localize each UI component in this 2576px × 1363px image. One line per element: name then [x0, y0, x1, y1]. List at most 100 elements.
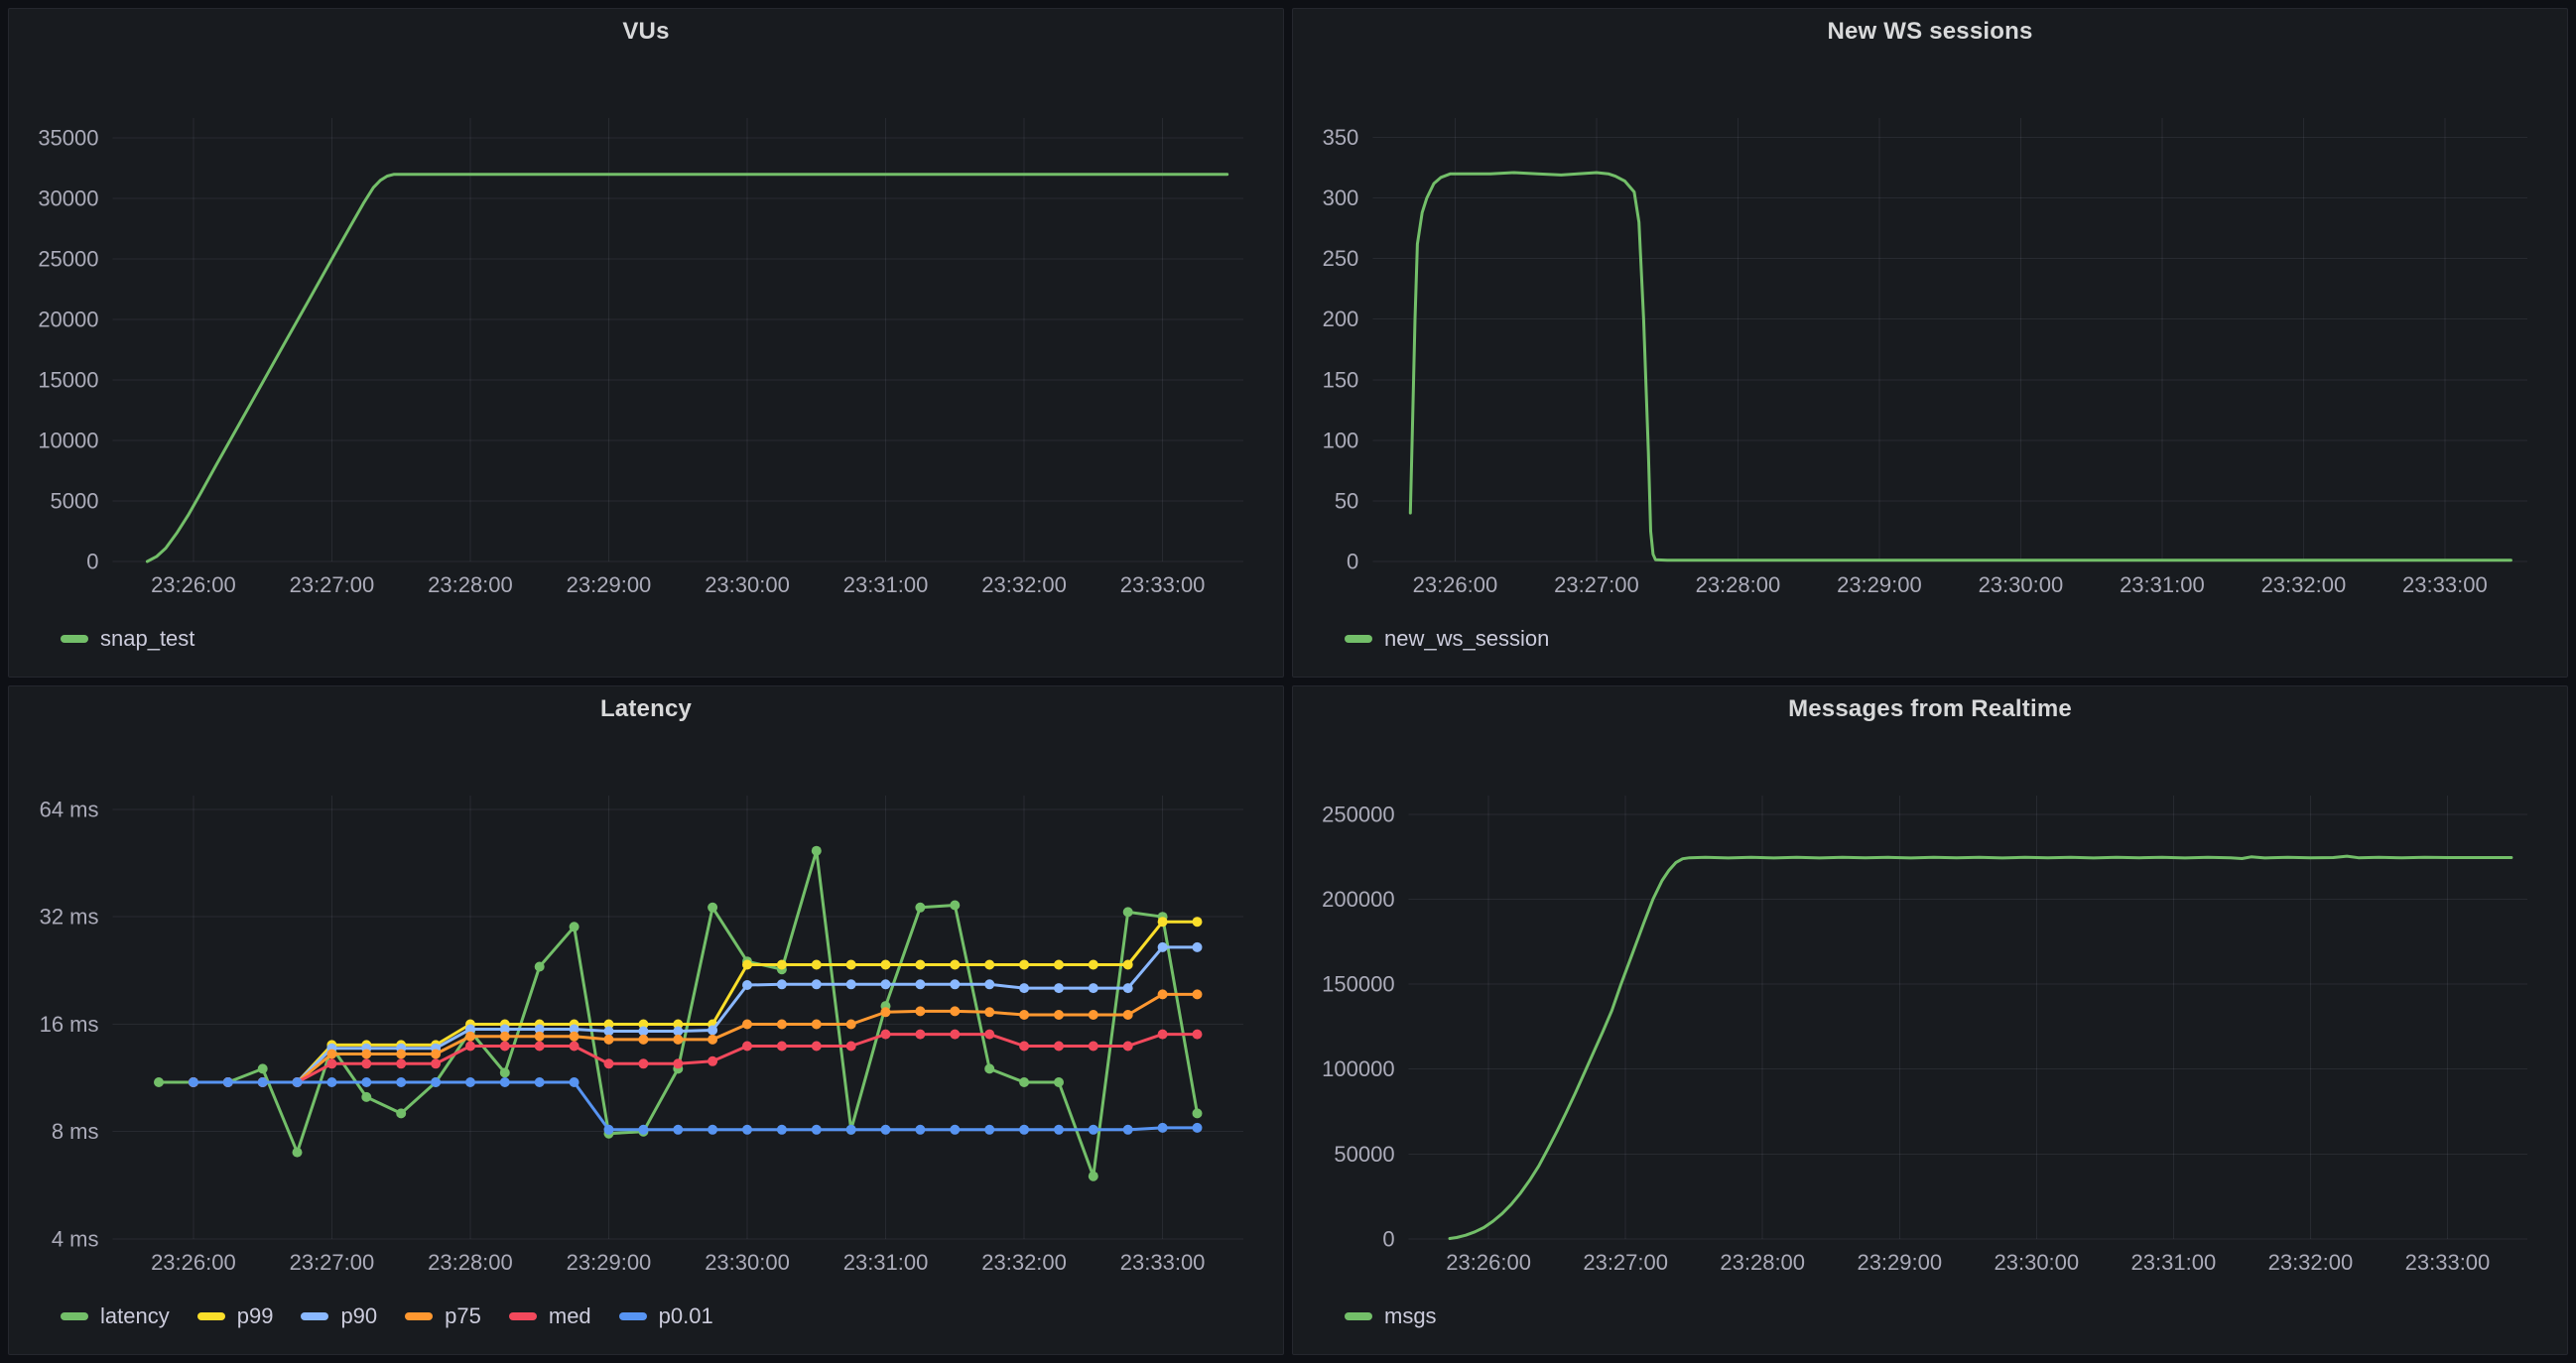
x-tick-label: 23:26:00 [1413, 572, 1498, 597]
x-tick-label: 23:28:00 [428, 572, 513, 597]
series-line-msgs [1450, 856, 2512, 1238]
series-line-p99 [193, 922, 1198, 1082]
series-point-p90 [812, 979, 822, 989]
series-point-p0.01 [673, 1125, 683, 1135]
series-point-latency [1089, 1172, 1098, 1181]
panel-header-vus[interactable]: VUs [9, 9, 1283, 55]
series-line-snap_test [147, 175, 1226, 561]
panel-header-new-ws-sessions[interactable]: New WS sessions [1293, 9, 2567, 55]
series-point-p0.01 [812, 1125, 822, 1135]
legend-item-p75[interactable]: p75 [405, 1303, 481, 1329]
legend-item-med[interactable]: med [509, 1303, 591, 1329]
y-tick-label: 200 [1323, 307, 1359, 331]
panel-new-ws-sessions: New WS sessions 05010015020025030035023:… [1292, 8, 2568, 678]
legend-swatch-p90 [301, 1312, 328, 1320]
legend-swatch-med [509, 1312, 537, 1320]
legend-label-new_ws_session: new_ws_session [1384, 626, 1549, 652]
series-line-new_ws_session [1410, 173, 2511, 560]
vus-chart-canvas[interactable]: 0500010000150002000025000300003500023:26… [9, 55, 1283, 613]
series-point-latency [396, 1108, 406, 1118]
y-tick-label: 300 [1323, 186, 1359, 210]
y-tick-label: 150 [1323, 367, 1359, 392]
y-tick-label: 250 [1323, 246, 1359, 271]
series-point-med [984, 1030, 994, 1040]
legend-item-p90[interactable]: p90 [301, 1303, 377, 1329]
series-point-med [638, 1058, 648, 1068]
legend-item-snap_test[interactable]: snap_test [61, 626, 194, 652]
series-point-p0.01 [984, 1125, 994, 1135]
series-point-p75 [984, 1007, 994, 1017]
x-tick-label: 23:29:00 [567, 572, 652, 597]
series-point-p0.01 [742, 1125, 752, 1135]
panel-title-latency[interactable]: Latency [600, 695, 692, 723]
series-point-latency [812, 846, 822, 856]
series-point-p75 [812, 1020, 822, 1030]
new-ws-sessions-chart-canvas[interactable]: 05010015020025030035023:26:0023:27:0023:… [1293, 55, 2567, 613]
series-point-p75 [1019, 1010, 1029, 1020]
series-point-p99 [1158, 917, 1168, 927]
x-tick-label: 23:28:00 [428, 1250, 513, 1275]
latency-chart-canvas[interactable]: 4 ms8 ms16 ms32 ms64 ms23:26:0023:27:002… [9, 732, 1283, 1291]
legend-swatch-new_ws_session [1345, 635, 1372, 643]
messages-chart-canvas[interactable]: 05000010000015000020000025000023:26:0023… [1293, 732, 2567, 1291]
legend-item-p0.01[interactable]: p0.01 [619, 1303, 713, 1329]
x-tick-label: 23:31:00 [2131, 1250, 2217, 1275]
panel-title-new-ws-sessions[interactable]: New WS sessions [1827, 18, 2032, 46]
series-point-p0.01 [570, 1077, 580, 1087]
x-tick-label: 23:29:00 [567, 1250, 652, 1275]
x-tick-label: 23:26:00 [151, 572, 236, 597]
legend-item-msgs[interactable]: msgs [1345, 1303, 1437, 1329]
series-point-latency [915, 903, 925, 913]
panel-title-vus[interactable]: VUs [622, 18, 669, 46]
series-point-med [1019, 1042, 1029, 1052]
series-point-latency [258, 1063, 268, 1073]
series-point-p90 [1158, 942, 1168, 952]
series-point-p90 [881, 979, 891, 989]
series-point-p0.01 [846, 1125, 856, 1135]
series-point-med [846, 1042, 856, 1052]
series-point-p75 [881, 1007, 891, 1017]
panel-title-messages[interactable]: Messages from Realtime [1788, 695, 2072, 723]
series-point-med [500, 1042, 510, 1052]
series-point-p75 [1123, 1010, 1133, 1020]
legend-item-p99[interactable]: p99 [197, 1303, 274, 1329]
series-point-p99 [950, 960, 960, 970]
series-point-p90 [846, 979, 856, 989]
series-point-latency [1193, 1108, 1203, 1118]
series-point-p0.01 [223, 1077, 233, 1087]
series-point-p75 [326, 1050, 336, 1059]
legend-swatch-p75 [405, 1312, 433, 1320]
series-point-p75 [1193, 989, 1203, 999]
series-point-latency [708, 903, 717, 913]
y-tick-label: 5000 [51, 488, 99, 513]
series-point-latency [154, 1077, 164, 1087]
y-tick-label: 100 [1323, 428, 1359, 452]
legend-item-new_ws_session[interactable]: new_ws_session [1345, 626, 1549, 652]
x-tick-label: 23:30:00 [1995, 1250, 2080, 1275]
series-point-med [812, 1042, 822, 1052]
panel-header-latency[interactable]: Latency [9, 686, 1283, 732]
x-tick-label: 23:30:00 [1979, 572, 2064, 597]
series-point-med [570, 1042, 580, 1052]
series-point-p0.01 [431, 1077, 441, 1087]
x-tick-label: 23:26:00 [1446, 1250, 1531, 1275]
series-line-med [193, 1035, 1198, 1082]
legend-label-latency: latency [100, 1303, 170, 1329]
series-line-p0.01 [193, 1082, 1198, 1130]
x-tick-label: 23:33:00 [2405, 1250, 2491, 1275]
panel-header-messages[interactable]: Messages from Realtime [1293, 686, 2567, 732]
y-tick-label: 32 ms [40, 905, 99, 929]
series-point-p75 [708, 1035, 717, 1045]
x-tick-label: 23:27:00 [1554, 572, 1639, 597]
series-point-p75 [361, 1050, 371, 1059]
series-point-p0.01 [326, 1077, 336, 1087]
series-point-p75 [1089, 1010, 1098, 1020]
x-tick-label: 23:30:00 [705, 572, 790, 597]
series-point-p99 [777, 960, 787, 970]
x-tick-label: 23:29:00 [1857, 1250, 1942, 1275]
y-tick-label: 25000 [38, 247, 98, 272]
legend-item-latency[interactable]: latency [61, 1303, 170, 1329]
y-tick-label: 0 [1382, 1226, 1394, 1251]
y-tick-label: 10000 [38, 429, 98, 453]
series-point-p75 [846, 1020, 856, 1030]
